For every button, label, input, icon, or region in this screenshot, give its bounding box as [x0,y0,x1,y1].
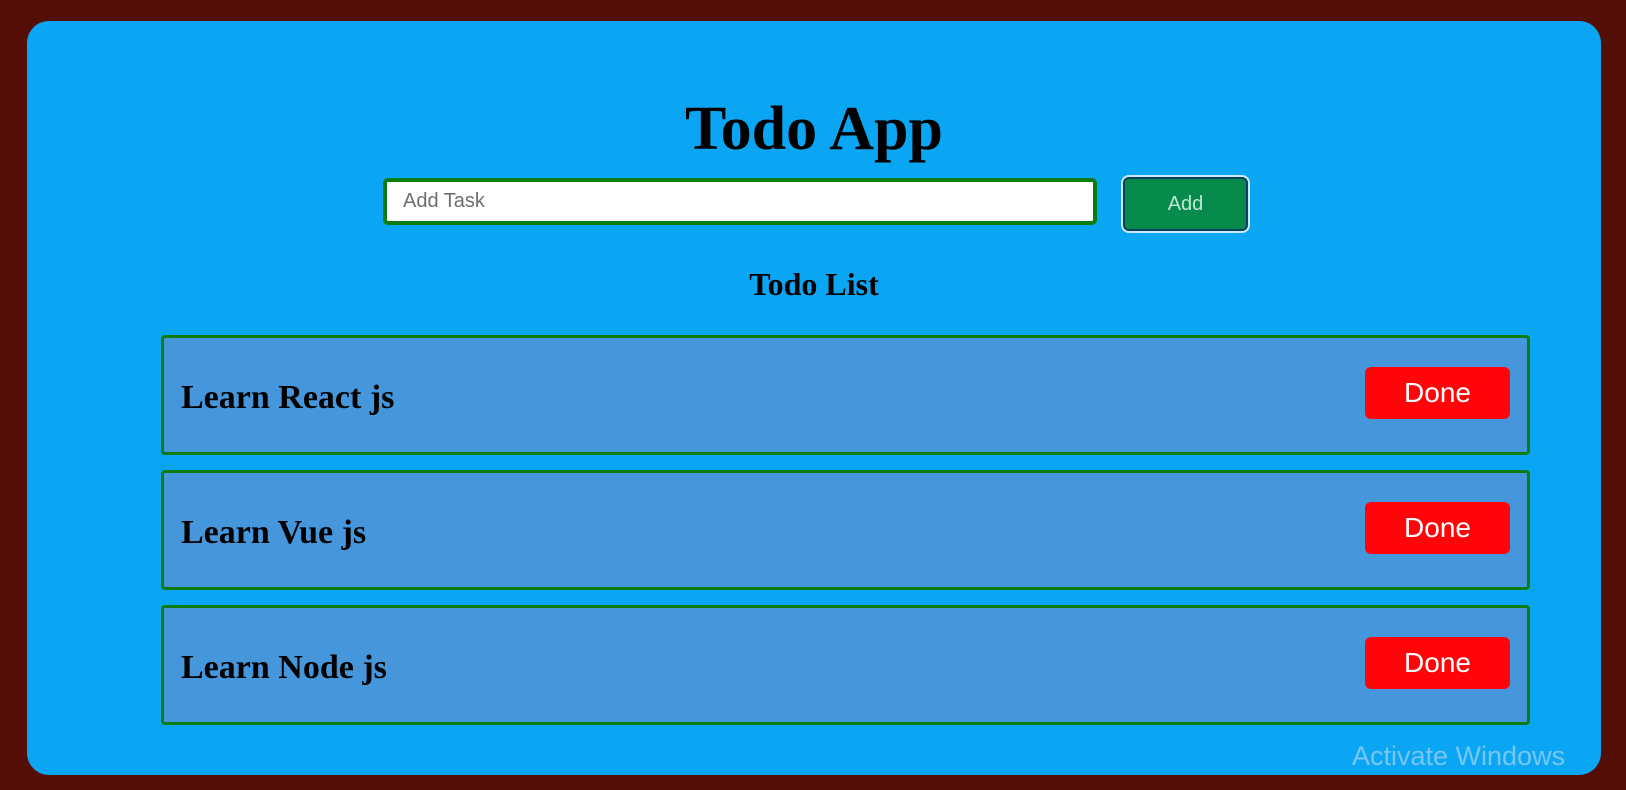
add-task-input[interactable] [383,178,1097,225]
done-button[interactable]: Done [1365,502,1510,554]
add-button[interactable]: Add [1123,177,1248,231]
done-button[interactable]: Done [1365,637,1510,689]
activate-windows-watermark: Activate Windows [1352,741,1566,771]
todo-item: Learn Node js Done [161,605,1530,725]
todo-list-title: Todo List [749,266,879,302]
todo-item-text: Learn React js [181,379,395,416]
done-button[interactable]: Done [1365,367,1510,419]
todo-item: Learn Vue js Done [161,470,1530,590]
todo-item-text: Learn Node js [181,649,387,686]
todo-app-panel: Todo App Add Todo List Learn React js Do… [27,21,1601,775]
todo-item-text: Learn Vue js [181,514,367,551]
todo-list: Learn React js Done Learn Vue js Done Le… [161,335,1530,740]
todo-item: Learn React js Done [161,335,1530,455]
page-title: Todo App [685,95,943,163]
